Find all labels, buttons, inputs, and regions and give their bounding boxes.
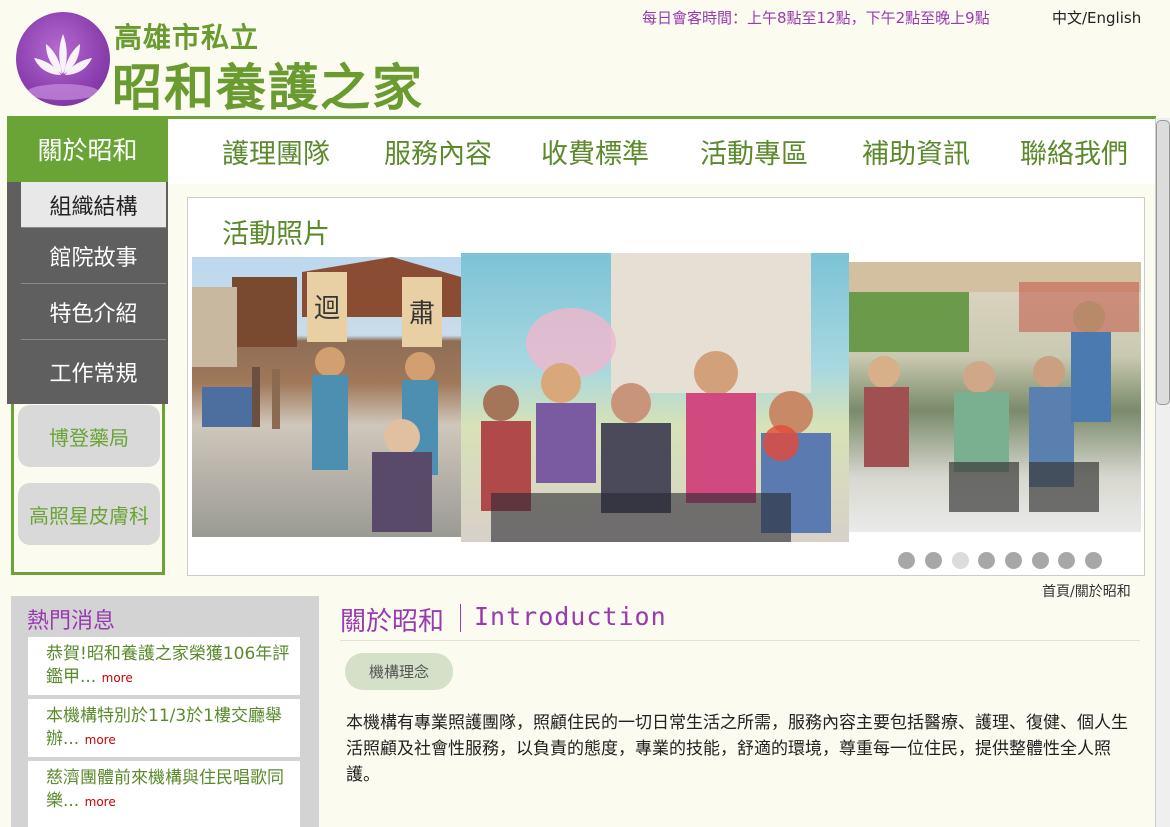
divider	[340, 640, 1140, 641]
scrollbar-thumb[interactable]	[1156, 120, 1170, 405]
news-more-link[interactable]: more	[85, 733, 116, 747]
language-switch[interactable]: 中文/English	[1052, 7, 1141, 28]
dropdown-item-routine[interactable]: 工作常規	[21, 340, 166, 404]
news-more-link[interactable]: more	[102, 671, 133, 685]
carousel-dot[interactable]	[978, 552, 995, 569]
nav-item-services[interactable]: 服務內容	[384, 132, 492, 171]
activity-photo-party[interactable]	[461, 253, 849, 542]
news-more-link[interactable]: more	[85, 795, 116, 809]
link-pharmacy[interactable]: 博登藥局	[18, 405, 160, 467]
news-item-text[interactable]: 慈濟團體前來機構與住民唱歌同樂	[46, 768, 284, 811]
carousel-dot[interactable]	[1058, 552, 1075, 569]
brand-title[interactable]: 昭和養護之家	[112, 48, 424, 120]
news-title: 熱門消息	[27, 609, 116, 634]
svg-text:肅: 肅	[409, 299, 435, 329]
about-dropdown-menu: 組織結構 館院故事 特色介紹 工作常規	[7, 182, 168, 404]
dropdown-item-organization[interactable]: 組織結構	[21, 182, 166, 228]
intro-body-text: 本機構有專業照護團隊，照顧住民的一切日常生活之所需，服務內容主要包括醫療、護理、…	[346, 713, 1128, 785]
news-item-ellipsis: ...	[63, 791, 80, 811]
news-item-ellipsis: ...	[80, 667, 97, 687]
activity-title: 活動照片	[222, 219, 330, 250]
title-divider	[460, 604, 461, 632]
activity-photo-temple[interactable]: 迴 肅	[192, 257, 461, 537]
carousel-dot[interactable]	[898, 552, 915, 569]
intro-title-en: Introduction	[474, 602, 667, 631]
carousel-dot[interactable]	[1005, 552, 1022, 569]
link-dermatology[interactable]: 高照星皮膚科	[18, 483, 160, 545]
news-item-ellipsis: ...	[63, 729, 80, 749]
logo-icon[interactable]	[16, 12, 110, 106]
carousel-dot[interactable]	[925, 552, 942, 569]
news-item[interactable]: 恭賀!昭和養護之家榮獲106年評鑑甲... more	[28, 637, 300, 695]
nav-item-activities[interactable]: 活動專區	[700, 132, 808, 171]
nav-item-fees[interactable]: 收費標準	[541, 132, 649, 171]
carousel-dot-active[interactable]	[952, 552, 969, 569]
visiting-hours: 每日會客時間：上午8點至12點，下午2點至晚上9點	[642, 9, 990, 27]
activity-photo-market[interactable]	[849, 262, 1141, 532]
nav-item-nursing-team[interactable]: 護理團隊	[222, 132, 330, 171]
carousel-dot[interactable]	[1032, 552, 1049, 569]
nav-item-contact[interactable]: 聯絡我們	[1020, 132, 1128, 171]
concept-tab[interactable]: 機構理念	[345, 653, 453, 690]
dropdown-item-story[interactable]: 館院故事	[21, 228, 166, 284]
nav-item-subsidy[interactable]: 補助資訊	[862, 132, 970, 171]
news-item[interactable]: 慈濟團體前來機構與住民唱歌同樂... more	[28, 761, 300, 827]
intro-title: 關於昭和	[340, 607, 445, 637]
breadcrumb[interactable]: 首頁/關於昭和	[1042, 581, 1131, 601]
news-item[interactable]: 本機構特別於11/3於1樓交廳舉辦... more	[28, 699, 300, 757]
svg-text:迴: 迴	[314, 294, 340, 324]
carousel-dot[interactable]	[1085, 552, 1102, 569]
dropdown-item-features[interactable]: 特色介紹	[21, 284, 166, 340]
news-item-text[interactable]: 本機構特別於11/3於1樓交廳舉辦	[46, 706, 282, 749]
nav-item-about[interactable]: 關於昭和	[7, 116, 168, 182]
